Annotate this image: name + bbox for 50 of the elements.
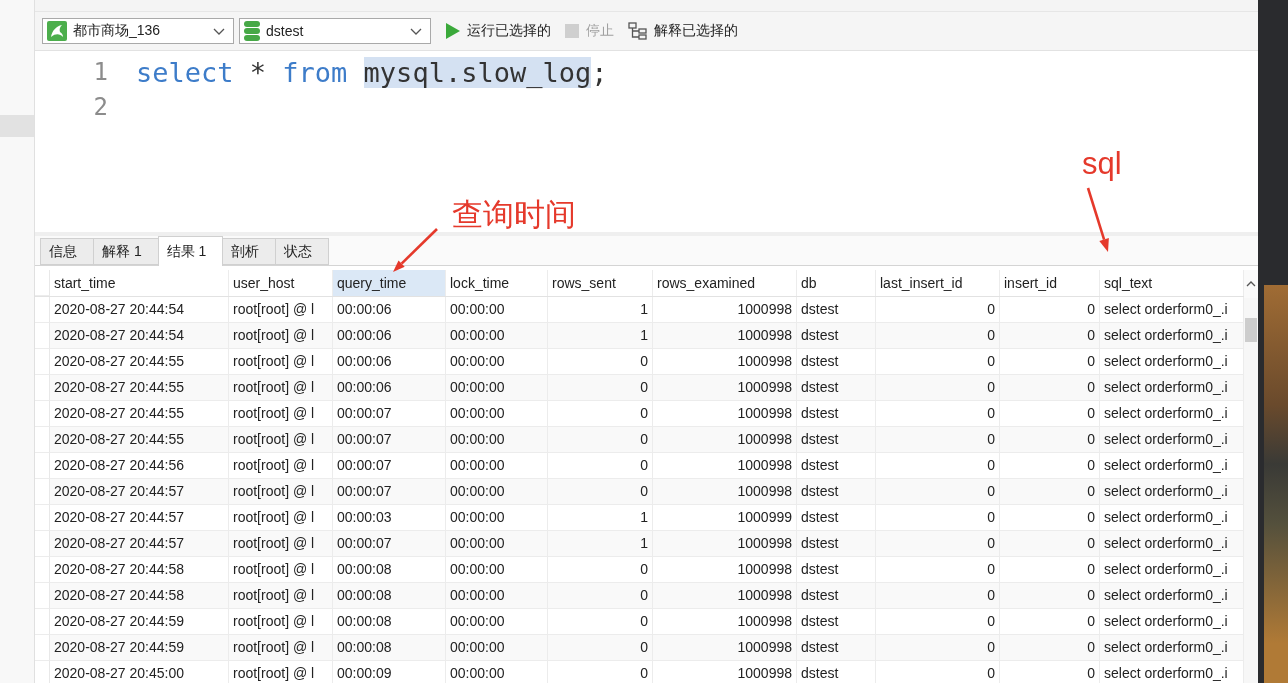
row-header-cell[interactable] — [35, 323, 50, 349]
line-number: 1 — [93, 57, 108, 88]
result-tab[interactable]: 解释 1 — [93, 238, 159, 265]
table-cell: 2020-08-27 20:45:00 — [50, 661, 229, 683]
stop-icon — [565, 24, 579, 38]
row-header-cell[interactable] — [35, 557, 50, 583]
caret-up-icon — [1246, 281, 1256, 287]
table-cell: 0 — [1000, 661, 1100, 683]
database-icon — [244, 21, 260, 41]
row-header-cell[interactable] — [35, 349, 50, 375]
line-number: 2 — [93, 92, 108, 123]
row-header-cell[interactable] — [35, 427, 50, 453]
flowchart-icon — [628, 22, 647, 40]
table-cell: 0 — [876, 661, 1000, 683]
connection-select[interactable]: 都市商场_136 — [42, 18, 234, 44]
row-header-cell[interactable] — [35, 453, 50, 479]
column-header[interactable]: query_time — [333, 270, 446, 296]
result-tab[interactable]: 剖析 — [222, 238, 277, 265]
row-header-cell[interactable] — [35, 479, 50, 505]
row-header-cell[interactable] — [35, 583, 50, 609]
row-header-cell[interactable] — [35, 609, 50, 635]
chevron-down-icon — [213, 27, 225, 35]
result-tab[interactable]: 信息 — [40, 238, 94, 265]
sidebar-item-highlight[interactable] — [0, 115, 34, 137]
row-header-cell[interactable] — [35, 531, 50, 557]
table-cell: 0 — [548, 661, 653, 683]
scrollbar-thumb[interactable] — [1245, 318, 1257, 342]
row-header-cell[interactable] — [35, 401, 50, 427]
explain-button[interactable]: 解释已选择的 — [624, 18, 742, 44]
annotation-arrow — [1086, 187, 1109, 252]
code-line: select * from mysql.slow_log; — [136, 56, 608, 90]
annotation-arrow — [393, 228, 438, 272]
row-header-cell[interactable] — [35, 297, 50, 323]
chevron-down-icon — [410, 27, 422, 35]
fin-icon — [47, 21, 67, 41]
table-cell: root[root] @ l — [229, 661, 333, 683]
row-header-cell[interactable] — [35, 375, 50, 401]
result-tab[interactable]: 状态 — [275, 238, 330, 265]
database-select[interactable]: dstest — [239, 18, 431, 44]
table-cell: 00:00:09 — [333, 661, 446, 683]
row-header-cell[interactable] — [35, 635, 50, 661]
run-button[interactable]: 运行已选择的 — [442, 18, 555, 44]
row-header-cell[interactable] — [35, 505, 50, 531]
table-cell: 1000998 — [653, 661, 797, 683]
result-tab[interactable]: 结果 1 — [157, 236, 224, 266]
annotation-label: 查询时间 — [452, 199, 576, 230]
table-cell: dstest — [797, 661, 876, 683]
table-cell: 00:00:00 — [446, 661, 548, 683]
annotation-label: sql — [1082, 148, 1122, 179]
play-icon — [446, 23, 460, 39]
